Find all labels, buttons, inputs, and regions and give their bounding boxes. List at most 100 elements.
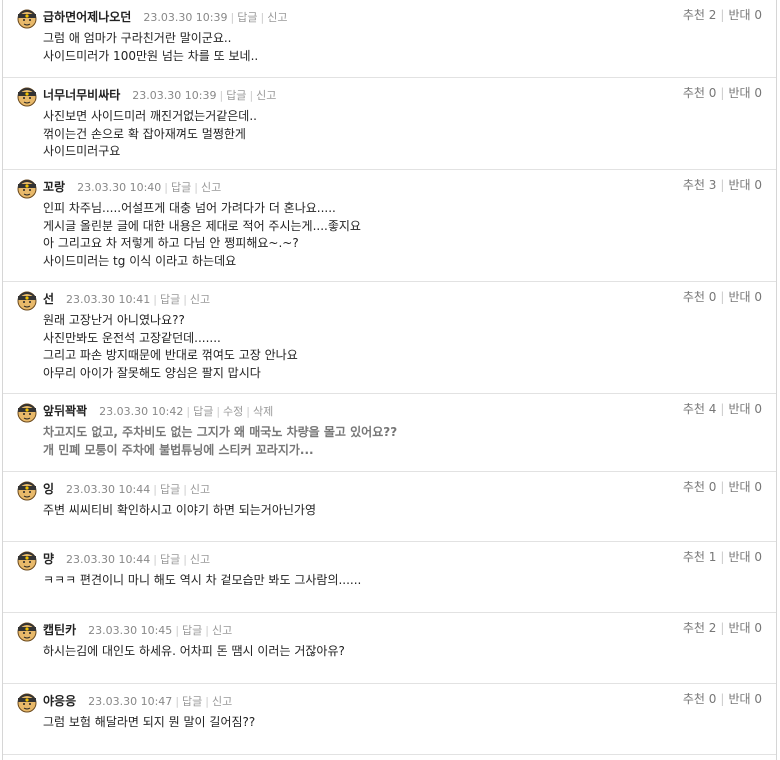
comment-meta: 앞뒤꽉꽉 23.03.30 10:42 | 답글 | 수정 | 삭제 [43, 402, 273, 419]
downvote-button[interactable]: 반대 0 [728, 692, 762, 706]
downvote-label: 반대 [728, 692, 751, 706]
comment-action-reply-link[interactable]: 답글 [171, 181, 191, 194]
upvote-button[interactable]: 추천 0 [683, 290, 717, 304]
upvote-button[interactable]: 추천 0 [683, 480, 717, 494]
comment-action-report-link[interactable]: 신고 [201, 181, 221, 194]
upvote-count: 2 [708, 621, 717, 635]
comment-action-report-link[interactable]: 신고 [267, 11, 287, 24]
separator: | [720, 550, 725, 564]
comment-author[interactable]: 야응응 [43, 694, 76, 708]
downvote-button[interactable]: 반대 0 [728, 8, 762, 22]
separator: | [720, 402, 725, 416]
comment-votes: 추천 0 | 반대 0 [683, 288, 762, 305]
separator: | [205, 695, 209, 708]
comment-text-line: 그리고 파손 방지때문에 반대로 꺾여도 고장 안나요 [43, 348, 298, 362]
comment-meta: 먕 23.03.30 10:44 | 답글 | 신고 [43, 550, 210, 567]
comment-meta: 잉 23.03.30 10:44 | 답글 | 신고 [43, 480, 210, 497]
comment-author[interactable]: 잉 [43, 482, 54, 496]
comment-item: 먕 23.03.30 10:44 | 답글 | 신고 추천 1 | 반대 0 ㅋㅋㅋ 편견이니 마… [3, 542, 776, 613]
comment-action-reply-link[interactable]: 답글 [182, 624, 202, 637]
downvote-count: 0 [754, 8, 762, 22]
comment-action-reply-link[interactable]: 답글 [160, 293, 180, 306]
upvote-label: 추천 [682, 178, 705, 192]
comment-body: 차고지도 없고, 주차비도 없는 그지가 왜 매국노 차량을 몰고 있어요?? 개… [43, 424, 397, 459]
separator: | [164, 181, 168, 194]
downvote-count: 0 [754, 178, 762, 192]
upvote-button[interactable]: 추천 3 [683, 178, 717, 192]
comment-author[interactable]: 꼬랑 [43, 180, 65, 194]
comment-author[interactable]: 캡틴카 [43, 623, 76, 637]
user-level-icon [16, 479, 38, 501]
upvote-label: 추천 [682, 621, 705, 635]
comment-author[interactable]: 너무너무비싸타 [43, 88, 120, 102]
comment-item: 너무너무비싸타 23.03.30 10:39 | 답글 | 신고 추천 0 | 반대 0 사진보면… [3, 78, 776, 170]
comment-body: 원래 고장난거 아니였나요?? 사진만봐도 운전석 고장같던데....... 그리고… [43, 312, 298, 382]
downvote-button[interactable]: 반대 0 [728, 480, 762, 494]
downvote-button[interactable]: 반대 0 [728, 621, 762, 635]
separator: | [183, 483, 187, 496]
upvote-button[interactable]: 추천 2 [683, 621, 717, 635]
user-level-icon [16, 691, 38, 713]
comment-action-edit-link[interactable]: 수정 [223, 405, 243, 418]
comment-author[interactable]: 선 [43, 292, 54, 306]
comment-action-report-link[interactable]: 신고 [212, 624, 232, 637]
comment-text-line: 아무리 아이가 잘못해도 양심은 팔지 맙시다 [43, 365, 261, 380]
comment-action-reply-link[interactable]: 답글 [193, 405, 213, 418]
upvote-button[interactable]: 추천 2 [683, 8, 717, 22]
upvote-button[interactable]: 추천 4 [683, 402, 717, 416]
separator: | [249, 89, 254, 102]
comment-action-reply-link[interactable]: 답글 [160, 483, 180, 496]
comment-meta: 너무너무비싸타 23.03.30 10:39 | 답글 | 신고 [43, 86, 276, 103]
user-level-icon [16, 85, 38, 107]
comment-action-report-link[interactable]: 신고 [212, 695, 232, 708]
comment-body: 사진보면 사이드미러 깨진거없는거같은데.. 꺾이는건 손으로 확 잡아재껴도 멀… [43, 108, 257, 161]
comment-votes: 추천 0 | 반대 0 [683, 690, 762, 707]
comment-date: 23.03.30 10:40 [77, 181, 162, 194]
comment-action-reply-link[interactable]: 답글 [182, 695, 202, 708]
upvote-button[interactable]: 추천 0 [683, 86, 717, 100]
downvote-count: 0 [754, 692, 762, 706]
downvote-label: 반대 [728, 621, 751, 635]
upvote-label: 추천 [682, 550, 705, 564]
upvote-count: 3 [708, 178, 717, 192]
comment-text-line: 개 민폐 모퉁이 주차에 불법튜닝에 스티커 꼬라지가... [43, 442, 314, 457]
downvote-button[interactable]: 반대 0 [728, 402, 762, 416]
comment-votes: 추천 1 | 반대 0 [683, 548, 762, 565]
downvote-label: 반대 [728, 290, 751, 304]
downvote-button[interactable]: 반대 0 [728, 550, 762, 564]
downvote-button[interactable]: 반대 0 [728, 86, 762, 100]
upvote-count: 2 [708, 8, 717, 22]
downvote-button[interactable]: 반대 0 [728, 290, 762, 304]
user-level-icon [16, 549, 38, 571]
comment-votes: 추천 2 | 반대 0 [683, 619, 762, 636]
comment-date: 23.03.30 10:39 [143, 11, 228, 24]
comment-action-reply-link[interactable]: 답글 [160, 553, 180, 566]
downvote-button[interactable]: 반대 0 [728, 178, 762, 192]
comment-item: 야응응 23.03.30 10:47 | 답글 | 신고 추천 0 | 반대 0 그럼 보험 해달… [3, 684, 776, 755]
comment-action-reply-link[interactable]: 답글 [226, 89, 246, 102]
comment-action-reply-link[interactable]: 답글 [237, 11, 257, 24]
comment-votes: 추천 3 | 반대 0 [683, 176, 762, 193]
separator: | [260, 11, 265, 24]
comment-action-report-link[interactable]: 신고 [190, 483, 210, 496]
comment-text-line: 차고지도 없고, 주차비도 없는 그지가 왜 매국노 차량을 몰고 있어요?? [43, 425, 398, 439]
upvote-button[interactable]: 추천 1 [683, 550, 717, 564]
comment-author[interactable]: 먕 [43, 552, 54, 566]
comment-date: 23.03.30 10:44 [66, 553, 151, 566]
comment-action-delete-link[interactable]: 삭제 [253, 405, 273, 418]
comment-author[interactable]: 앞뒤꽉꽉 [43, 404, 87, 418]
upvote-label: 추천 [682, 86, 705, 100]
separator: | [153, 483, 157, 496]
comment-action-report-link[interactable]: 신고 [190, 293, 210, 306]
comment-action-report-link[interactable]: 신고 [190, 553, 210, 566]
comment-author[interactable]: 급하면어제나오던 [43, 10, 131, 24]
comment-text-line: 하시는김에 대인도 하세유. 어차피 돈 땜시 이러는 거잖아유? [43, 644, 345, 658]
separator: | [194, 181, 198, 194]
separator: | [183, 553, 187, 566]
downvote-label: 반대 [728, 550, 751, 564]
comment-text-line: 사이드미러가 100만원 넘는 차를 또 보네.. [43, 48, 259, 63]
comment-action-report-link[interactable]: 신고 [256, 89, 276, 102]
comment-item: 잉 23.03.30 10:44 | 답글 | 신고 추천 0 | 반대 0 주변 씨씨티비 확인… [3, 472, 776, 542]
comment-body: 주변 씨씨티비 확인하시고 이야기 하면 되는거아닌가영 [43, 502, 316, 520]
upvote-button[interactable]: 추천 0 [683, 692, 717, 706]
